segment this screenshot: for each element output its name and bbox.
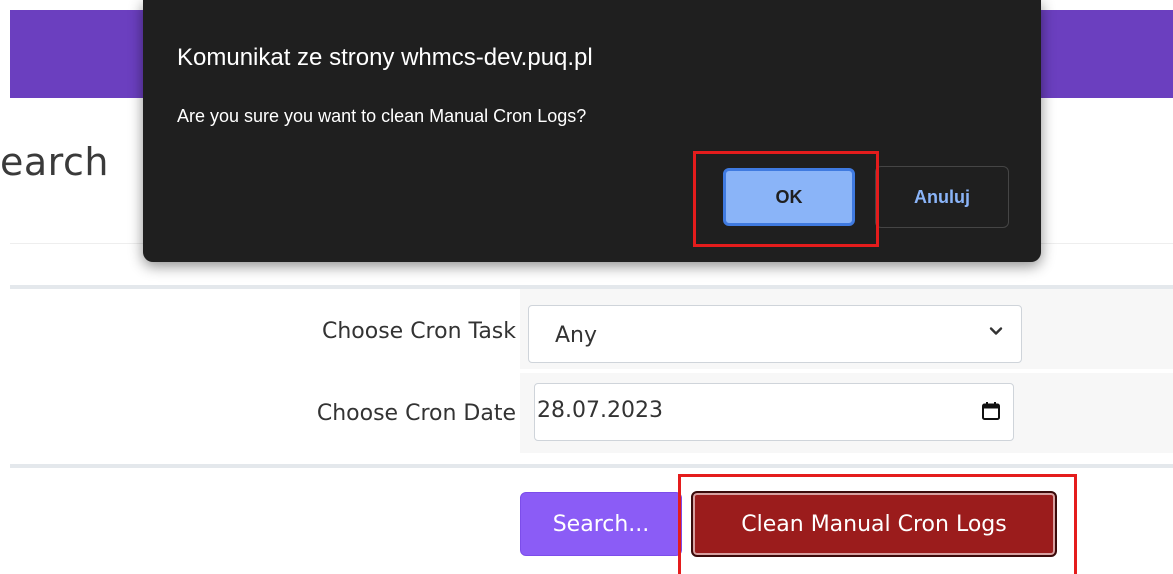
search-form-table: Choose Cron Task Any Choose Cron Date 28… [10,285,1173,468]
confirm-dialog: Komunikat ze strony whmcs-dev.puq.pl Are… [143,0,1041,262]
dialog-title: Komunikat ze strony whmcs-dev.puq.pl [177,44,593,71]
cron-date-label: Choose Cron Date [316,401,516,426]
form-row-cron-date: Choose Cron Date 28.07.2023 [10,373,1173,453]
cancel-button[interactable]: Anuluj [875,166,1009,228]
cron-task-selected-value: Any [555,323,598,348]
label-cell: Choose Cron Date [10,373,516,453]
cron-date-value: 28.07.2023 [537,398,663,423]
cron-task-label: Choose Cron Task [321,319,516,344]
chevron-down-icon [989,327,1003,335]
cron-date-input[interactable]: 28.07.2023 [534,383,1014,441]
field-cell: 28.07.2023 [520,373,1173,453]
search-button[interactable]: Search... [520,492,682,556]
cron-task-select[interactable]: Any [528,305,1022,363]
label-cell: Choose Cron Task [10,289,516,369]
dialog-message: Are you sure you want to clean Manual Cr… [177,106,587,126]
calendar-icon[interactable] [981,401,1001,421]
highlight-box-ok [693,151,879,247]
highlight-box-clean [678,474,1077,574]
form-row-cron-task: Choose Cron Task Any [10,289,1173,373]
page-title: earch [0,140,109,184]
field-cell: Any [520,289,1173,369]
